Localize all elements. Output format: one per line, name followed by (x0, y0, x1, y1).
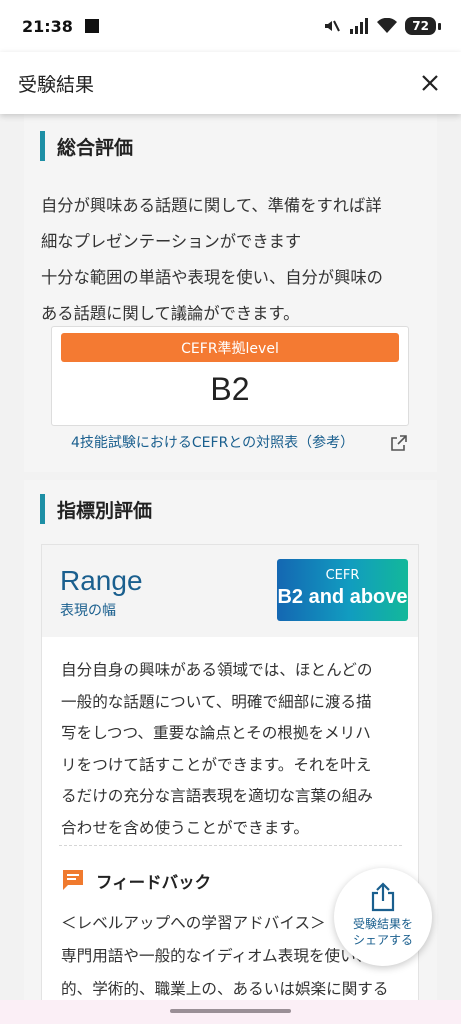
status-icons: 72 (323, 17, 441, 35)
external-link-icon[interactable] (391, 435, 407, 451)
wifi-icon (377, 18, 398, 33)
section-accent-bar (40, 494, 45, 524)
share-label-line1: 受験結果を (352, 917, 413, 931)
feedback-title: フィードバック (96, 873, 212, 892)
cefr-level-value: B2 (210, 371, 250, 407)
overall-evaluation-card: 総合評価 自分が興味ある話題に関して、準備をすれば詳 細なプレゼンテーションがで… (24, 114, 437, 472)
close-button[interactable] (415, 68, 445, 98)
cefr-label: CEFR準拠level (61, 333, 399, 362)
results-content[interactable]: 総合評価 自分が興味ある話題に関して、準備をすれば詳 細なプレゼンテーションがで… (0, 114, 461, 1000)
description-line: リをつけて話すことができます。それを叶え (61, 755, 372, 774)
section-accent-bar (40, 131, 45, 161)
home-handle[interactable] (170, 1009, 291, 1013)
overall-section-title: 総合評価 (57, 136, 134, 159)
page-title: 受験結果 (18, 73, 95, 96)
cefr-reference-link[interactable]: 4技能試験におけるCEFRとの対照表（参考） (71, 432, 354, 452)
range-title: Range (60, 565, 143, 596)
range-card-header: Range 表現の幅 CEFR B2 and above (42, 545, 418, 637)
status-bar: 21:38 72 (0, 0, 461, 52)
description-line: 自分自身の興味がある領域では、ほとんどの (61, 661, 373, 679)
mute-icon (325, 20, 341, 32)
description-line: るだけの充分な言語表現を適切な言葉の組み (61, 787, 373, 805)
signal-icon (350, 18, 369, 34)
cefr-level-box: CEFR準拠level B2 (51, 326, 409, 426)
summary-line: 十分な範囲の単語や表現を使い、自分が興味の (41, 268, 383, 287)
summary-line: 自分が興味ある話題に関して、準備をすれば詳 (41, 196, 382, 215)
share-results-button[interactable]: 受験結果を シェアする (334, 868, 432, 966)
feedback-icon (63, 870, 83, 890)
share-icon (371, 882, 395, 912)
feedback-line: ＜レベルアップへの学習アドバイス＞ (61, 914, 326, 932)
notification-icon (84, 19, 99, 33)
description-line: 一般的な話題について、明確で細部に渡る描 (61, 692, 372, 711)
app-header: 受験結果 (0, 52, 461, 114)
range-description: 自分自身の興味がある領域では、ほとんどの 一般的な話題について、明確で細部に渡る… (61, 655, 406, 844)
navigation-bar (0, 1000, 461, 1024)
feedback-line: 的、学術的、職業上の、あるいは娯楽に関する (61, 980, 389, 998)
overall-section-header: 総合評価 (40, 131, 133, 161)
badge-label: CEFR (325, 568, 360, 583)
indicator-section-header: 指標別評価 (40, 494, 152, 524)
summary-line: 細なプレゼンテーションができます (41, 232, 302, 251)
range-subtitle: 表現の幅 (60, 603, 116, 619)
status-time: 21:38 (22, 16, 73, 36)
divider (59, 845, 402, 846)
description-line: 写をしつつ、重要な論点とその根拠をメリハ (61, 724, 371, 742)
battery-tip (438, 22, 441, 30)
badge-value: B2 and above (277, 586, 408, 608)
overall-summary: 自分が興味ある話題に関して、準備をすれば詳 細なプレゼンテーションができます 十… (41, 188, 425, 332)
range-cefr-badge: CEFR B2 and above (277, 559, 408, 621)
battery-icon: 72 (405, 17, 436, 35)
close-icon (422, 75, 438, 91)
share-label-line2: シェアする (352, 933, 413, 947)
description-line: 合わせを含め使うことができます。 (61, 818, 309, 837)
indicator-section-title: 指標別評価 (57, 499, 153, 522)
